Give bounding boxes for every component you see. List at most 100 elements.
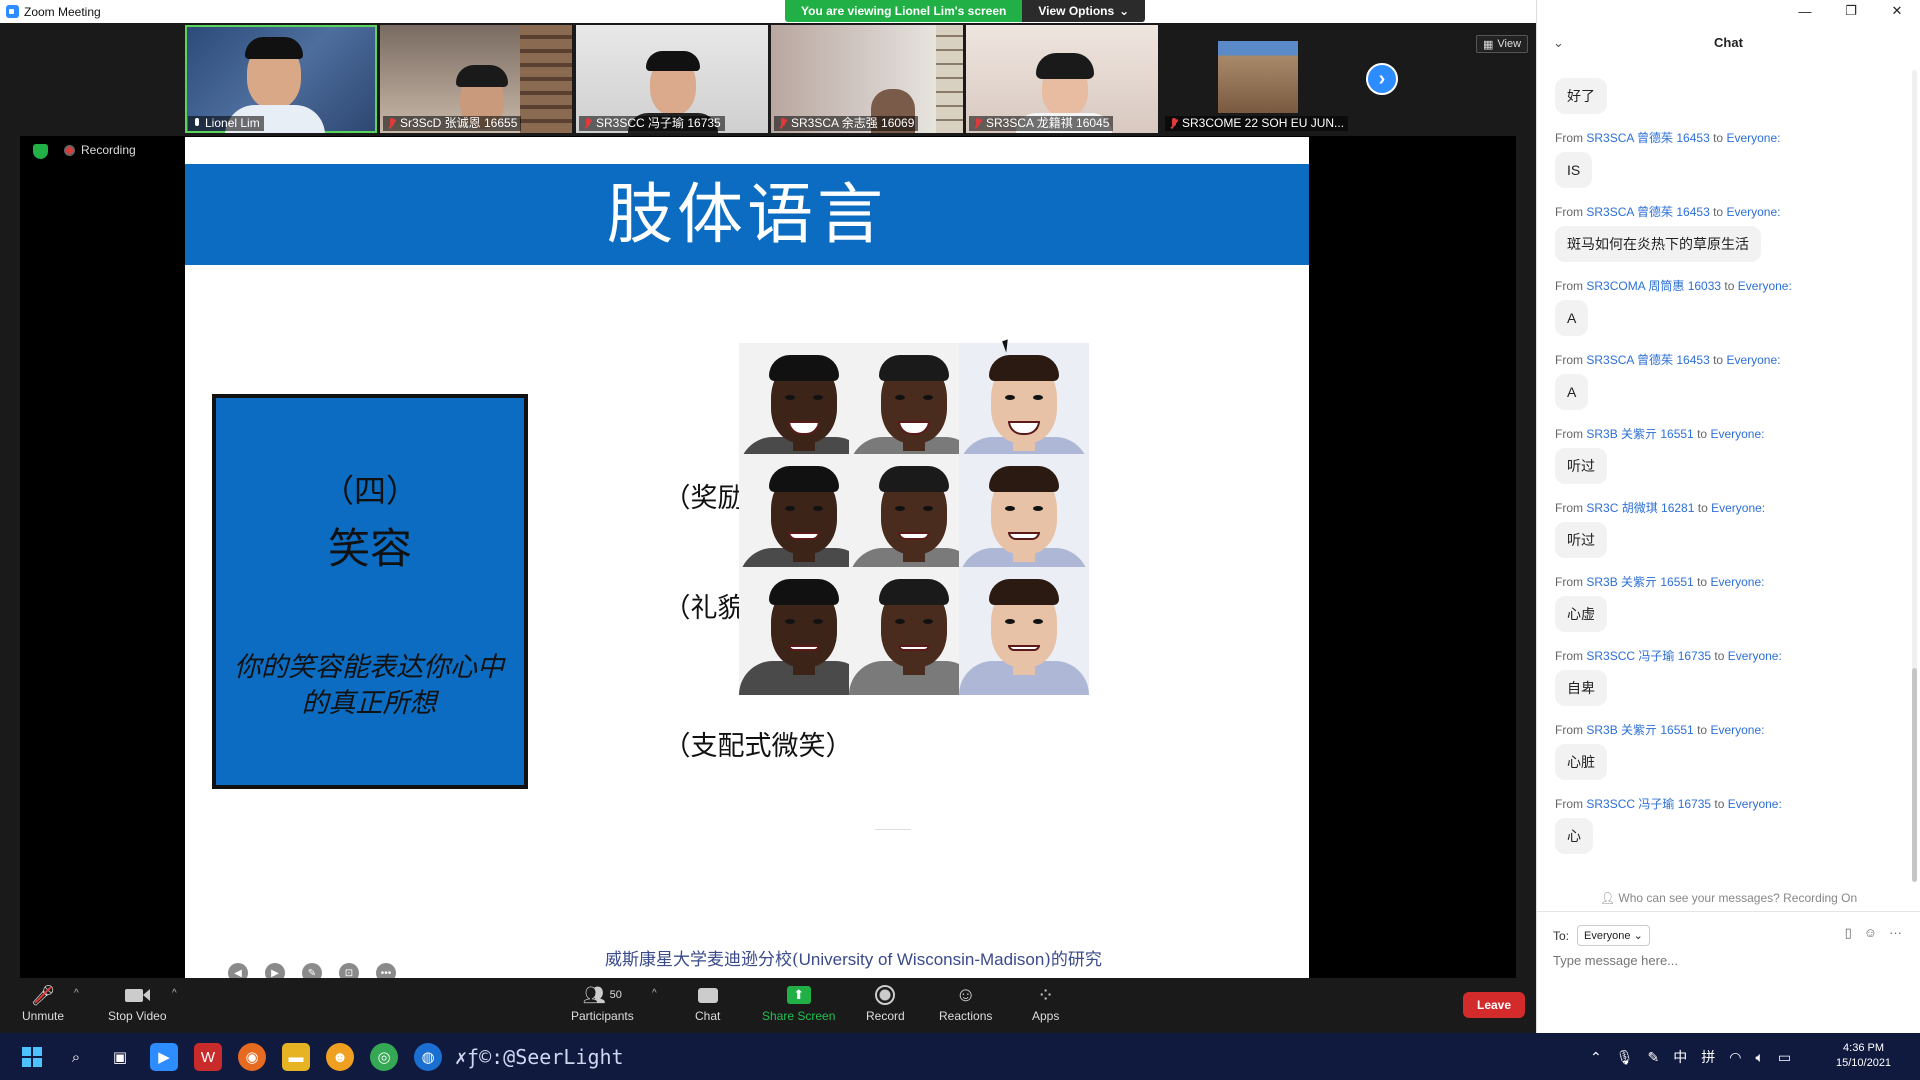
share-screen-button[interactable]: ⬆ Share Screen [762,984,835,1023]
windows-start-icon[interactable] [18,1043,46,1071]
reactions-label: Reactions [939,1009,993,1023]
file-icon[interactable]: ▯ [1845,925,1852,941]
message-recipient[interactable]: Everyone: [1738,279,1792,293]
restore-icon[interactable]: ❐ [1828,0,1874,22]
minimize-icon[interactable]: — [1782,0,1828,22]
search-icon[interactable]: ⌕ [62,1043,90,1071]
recording-indicator[interactable]: Recording [64,143,136,157]
message-sender[interactable]: SR3SCA 曾德茱 16453 [1586,131,1709,145]
message-sender[interactable]: SR3C 胡微琪 16281 [1586,501,1694,515]
participants-button[interactable]: 👥︎ 50 Participants [571,984,634,1024]
file-explorer-icon[interactable]: ▬ [282,1043,310,1071]
edge-icon[interactable]: ◍ [414,1043,442,1071]
video-options-caret-icon[interactable]: ^ [172,988,177,999]
clock[interactable]: 4:36 PM 15/10/2021 [1836,1041,1891,1071]
clock-time: 4:36 PM [1843,1042,1885,1054]
message-recipient[interactable]: Everyone: [1728,797,1782,811]
video-tile[interactable]: SR3SCC 冯子瑜 16735 [576,25,768,133]
message-bubble: 自卑 [1555,670,1607,706]
record-button[interactable]: Record [866,984,905,1023]
from-word: From [1555,427,1583,441]
message-sender[interactable]: SR3B 关紫亓 16551 [1586,575,1693,589]
participants-options-caret-icon[interactable]: ^ [652,988,657,999]
show-hidden-icons-icon[interactable]: ⌃ [1590,1049,1602,1066]
message-recipient[interactable]: Everyone: [1728,649,1782,663]
chrome-icon[interactable]: ◎ [370,1043,398,1071]
video-tile[interactable]: SR3SCA 余志强 16069 [771,25,963,133]
pen-icon[interactable]: ✎ [1648,1049,1660,1066]
message-sender[interactable]: SR3SCA 曾德茱 16453 [1586,205,1709,219]
audio-options-caret-icon[interactable]: ^ [74,988,79,999]
chat-app-icon[interactable]: ☻ [326,1043,354,1071]
smile-photo [959,343,1089,471]
meeting-area: Lionel Lim Sr3ScD 张诚恩 16655 SR3SCC 冯子瑜 1… [0,23,1536,983]
message-sender[interactable]: SR3COMA 周筒惠 16033 [1586,279,1721,293]
chat-message: From SR3COMA 周筒惠 16033 to Everyone: A [1555,276,1895,350]
ime-mode[interactable]: 中 [1673,1047,1687,1067]
message-recipient[interactable]: Everyone: [1710,427,1764,441]
credit-text: 威斯康星大学麦迪逊分校( [605,950,799,970]
who-can-see-link[interactable]: 👤︎ Who can see your messages? Recording … [1537,891,1920,905]
next-page-button[interactable]: › [1366,63,1398,95]
video-tile[interactable]: SR3COME 22 SOH EU JUN... [1162,25,1354,133]
to-word: to [1713,353,1724,367]
message-recipient[interactable]: Everyone: [1710,723,1764,737]
participants-label: Participants [571,1009,634,1023]
video-tile[interactable]: Sr3ScD 张诚恩 16655 [380,25,572,133]
chat-message: From SR3B 关紫亓 16551 to Everyone: 心虚 [1555,572,1895,646]
chat-header: ⌄ Chat [1537,30,1920,56]
chat-scrollbar[interactable] [1912,70,1917,882]
message-bubble: A [1555,374,1589,410]
slide-top-margin [185,137,1309,164]
unmute-button[interactable]: 🎤︎ Unmute [22,984,64,1024]
chat-label: Chat [695,1009,721,1023]
ime-pinyin[interactable]: 拼 [1701,1047,1715,1067]
wifi-icon[interactable]: ◠ [1729,1049,1741,1066]
message-sender[interactable]: SR3SCC 冯子瑜 16735 [1586,649,1711,663]
message-sender[interactable]: SR3B 关紫亓 16551 [1586,427,1693,441]
message-recipient[interactable]: Everyone: [1726,131,1780,145]
section-number: （四） [321,472,418,510]
people-icon: 👤︎ [1599,891,1619,905]
video-tile-host[interactable]: Lionel Lim [185,25,377,133]
participant-hair [646,51,700,71]
message-recipient[interactable]: Everyone: [1726,353,1780,367]
reactions-button[interactable]: ☺︎ Reactions [939,984,993,1024]
message-sender[interactable]: SR3B 关紫亓 16551 [1586,723,1693,737]
microphone-icon[interactable]: 🎙︎ [1616,1049,1634,1066]
chat-messages[interactable]: 好了 From SR3SCA 曾德茱 16453 to Everyone: IS Fr… [1555,74,1895,888]
message-recipient[interactable]: Everyone: [1726,205,1780,219]
participant-name-tag: SR3SCC 冯子瑜 16735 [579,116,725,131]
stop-video-button[interactable]: Stop Video [108,984,167,1023]
zoom-app-icon[interactable]: ▶ [150,1043,178,1071]
more-icon[interactable]: ··· [1889,925,1902,941]
message-sender[interactable]: SR3SCC 冯子瑜 16735 [1586,797,1711,811]
chat-message-input[interactable] [1553,953,1903,968]
battery-icon[interactable]: ▭ [1778,1049,1791,1066]
apps-button[interactable]: ⁘ Apps [1032,984,1059,1024]
record-icon [875,984,896,1006]
recipient-row: To: Everyone ⌄ [1553,925,1650,946]
message-sender[interactable]: SR3SCA 曾德茱 16453 [1586,353,1709,367]
close-icon[interactable]: ✕ [1874,0,1920,22]
chevron-down-icon[interactable]: ⌄ [1553,30,1564,56]
wps-app-icon[interactable]: W [194,1043,222,1071]
firefox-icon[interactable]: ◉ [238,1043,266,1071]
view-options-button[interactable]: View Options ⌄ [1022,0,1146,22]
view-button[interactable]: ▦ View [1476,35,1529,53]
participant-name: SR3COME 22 SOH EU JUN... [1182,116,1345,130]
recipient-select[interactable]: Everyone ⌄ [1577,925,1650,946]
task-view-icon[interactable]: ▣ [106,1043,134,1071]
volume-icon[interactable]: 🔈︎ [1755,1049,1763,1066]
message-recipient[interactable]: Everyone: [1711,501,1765,515]
smile-photo [959,567,1089,695]
scrollbar-thumb[interactable] [1912,668,1917,882]
emoji-icon[interactable]: ☺︎ [1864,925,1877,941]
window-title: Zoom Meeting [24,4,101,19]
leave-button[interactable]: Leave [1463,992,1525,1018]
video-tile[interactable]: SR3SCA 龙籍祺 16045 [966,25,1158,133]
message-recipient[interactable]: Everyone: [1710,575,1764,589]
zoom-logo-icon [6,5,19,18]
chat-button[interactable]: Chat [695,984,720,1023]
video-strip: Lionel Lim Sr3ScD 张诚恩 16655 SR3SCC 冯子瑜 1… [0,23,1536,136]
